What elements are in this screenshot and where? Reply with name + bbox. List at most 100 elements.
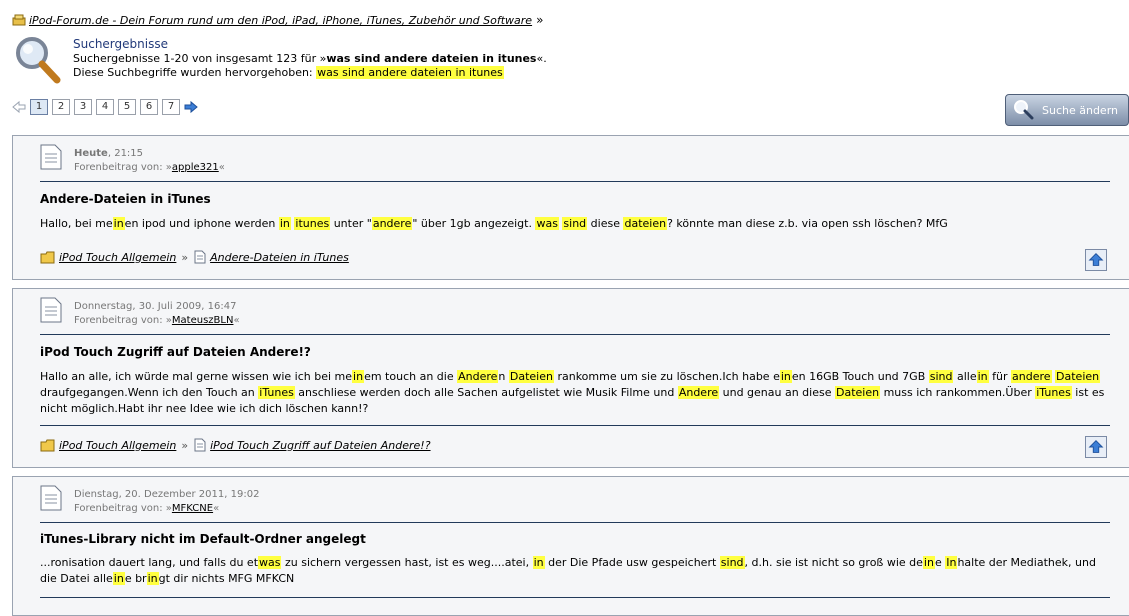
- highlighted-term: sind: [562, 217, 588, 230]
- highlighted-term: in: [922, 556, 935, 569]
- result-title[interactable]: Andere-Dateien in iTunes: [40, 192, 211, 206]
- snippet-text: zu sichern vergessen hast, ist es weg...…: [281, 556, 533, 569]
- highlighted-term: in: [779, 370, 792, 383]
- snippet-text: Hallo, bei me: [40, 217, 113, 230]
- snippet-text: e: [934, 556, 946, 569]
- result-snippet: Hallo, bei meinen ipod und iphone werden…: [40, 216, 1110, 232]
- snippet-text: gt dir nichts MFG MFKCN: [158, 572, 295, 585]
- prev-page-icon[interactable]: [12, 100, 26, 114]
- highlighted-term: in: [112, 572, 125, 585]
- search-result: Heute, 21:15 Forenbeitrag von: »apple321…: [12, 135, 1129, 280]
- page-button[interactable]: 4: [96, 99, 114, 115]
- breadcrumb-separator: »: [536, 13, 544, 27]
- post-meta: Dienstag, 20. Dezember 2011, 19:02 Foren…: [74, 489, 260, 514]
- search-results-header: Suchergebnisse Suchergebnisse 1-20 von i…: [12, 35, 1112, 90]
- highlighted-term: was: [535, 217, 559, 230]
- snippet-text: ...ronisation dauert lang, und falls du …: [40, 556, 259, 569]
- result-title[interactable]: iTunes-Library nicht im Default-Ordner a…: [40, 532, 366, 546]
- divider: [40, 181, 1110, 182]
- highlighted-term: sind: [719, 556, 745, 569]
- snippet-text: em touch an die: [364, 370, 458, 383]
- snippet-text: diese: [587, 217, 624, 230]
- highlighted-term: dateien: [623, 217, 668, 230]
- highlight-info: Diese Suchbegriffe wurden hervorgehoben:…: [73, 66, 504, 79]
- highlighted-term: in: [976, 370, 989, 383]
- snippet-text: Hallo an alle, ich würde mal gerne wisse…: [40, 370, 353, 383]
- post-meta: Donnerstag, 30. Juli 2009, 16:47 Forenbe…: [74, 301, 240, 326]
- snippet-text: der Die Pfade usw gespeichert: [544, 556, 720, 569]
- result-footer: iPod Touch Allgemein » Andere-Dateien in…: [40, 250, 349, 264]
- page-button[interactable]: 2: [52, 99, 70, 115]
- highlighted-term: itunes: [294, 217, 331, 230]
- snippet-text: rankomme um sie zu löschen.Ich habe e: [553, 370, 780, 383]
- highlighted-term: in: [352, 370, 365, 383]
- snippet-text: und genau an diese: [719, 386, 835, 399]
- results-summary: Suchergebnisse 1-20 von insgesamt 123 fü…: [73, 52, 547, 65]
- post-icon: [40, 297, 62, 323]
- page-button[interactable]: 5: [118, 99, 136, 115]
- highlighted-term: in: [112, 217, 125, 230]
- post-date: Donnerstag, 30. Juli 2009, 16:47: [74, 301, 237, 312]
- snippet-text: , d.h. sie ist nicht so groß wie de: [744, 556, 923, 569]
- page-button[interactable]: 1: [30, 99, 48, 115]
- thread-link[interactable]: iPod Touch Zugriff auf Dateien Andere!?: [210, 439, 430, 452]
- author-link[interactable]: MateuszBLN: [172, 315, 234, 326]
- highlighted-term: Dateien: [835, 386, 881, 399]
- magnifier-icon: [16, 37, 61, 84]
- snippet-text: e br: [124, 572, 147, 585]
- snippet-text: draufgegangen.Wenn ich den Touch an: [40, 386, 259, 399]
- snippet-text: unter ": [330, 217, 372, 230]
- highlighted-term: iTunes: [1035, 386, 1072, 399]
- highlighted-term: Dateien: [1055, 370, 1101, 383]
- page-button[interactable]: 7: [162, 99, 180, 115]
- search-term: was sind andere dateien in itunes: [326, 52, 537, 65]
- snippet-text: ? könnte man diese z.b. via open ssh lös…: [667, 217, 948, 230]
- page-title: Suchergebnisse: [73, 37, 168, 51]
- highlighted-term: iTunes: [258, 386, 295, 399]
- post-icon: [40, 485, 62, 511]
- thread-icon: [194, 250, 206, 264]
- snippet-text: alle: [953, 370, 977, 383]
- highlighted-term: sind: [928, 370, 954, 383]
- author-link[interactable]: MFKCNE: [172, 503, 213, 514]
- forum-home-icon: [12, 14, 26, 26]
- result-title[interactable]: iPod Touch Zugriff auf Dateien Andere!?: [40, 345, 311, 359]
- folder-icon: [40, 251, 55, 263]
- highlighted-term: In: [945, 556, 958, 569]
- magnifier-icon: [1014, 100, 1034, 120]
- scroll-top-button[interactable]: [1085, 249, 1107, 271]
- snippet-text: en 16GB Touch und 7GB: [791, 370, 929, 383]
- breadcrumb-forum-link[interactable]: iPod-Forum.de - Dein Forum rund um den i…: [29, 14, 532, 27]
- next-page-icon[interactable]: [184, 100, 198, 114]
- breadcrumb: iPod-Forum.de - Dein Forum rund um den i…: [12, 13, 543, 27]
- divider: [40, 597, 1110, 598]
- thread-link[interactable]: Andere-Dateien in iTunes: [210, 251, 349, 264]
- snippet-text: n: [498, 370, 509, 383]
- snippet-text: anschliese werden doch alle Sachen aufge…: [294, 386, 678, 399]
- scroll-top-button[interactable]: [1085, 436, 1107, 458]
- author-link[interactable]: apple321: [172, 162, 219, 173]
- divider: [40, 334, 1110, 335]
- highlighted-term: andere: [371, 217, 413, 230]
- highlighted-term: in: [532, 556, 545, 569]
- highlighted-terms: was sind andere dateien in itunes: [316, 66, 504, 79]
- post-icon: [40, 144, 62, 170]
- snippet-text: muss ich rankommen.Über: [880, 386, 1036, 399]
- change-search-button[interactable]: Suche ändern: [1005, 94, 1129, 126]
- highlighted-term: Dateien: [508, 370, 554, 383]
- divider: [40, 522, 1110, 523]
- forum-link[interactable]: iPod Touch Allgemein: [59, 439, 176, 452]
- page-button[interactable]: 6: [140, 99, 158, 115]
- forum-link[interactable]: iPod Touch Allgemein: [59, 251, 176, 264]
- post-time: , 21:15: [107, 148, 144, 159]
- post-date: Heute: [74, 148, 108, 159]
- post-meta: Heute, 21:15 Forenbeitrag von: »apple321…: [74, 148, 225, 173]
- change-search-label: Suche ändern: [1042, 103, 1119, 117]
- snippet-text: en ipod und iphone werden: [124, 217, 279, 230]
- pagination: 1234567: [12, 99, 198, 115]
- result-footer: iPod Touch Allgemein » iPod Touch Zugrif…: [40, 438, 431, 452]
- search-result: Donnerstag, 30. Juli 2009, 16:47 Forenbe…: [12, 288, 1129, 468]
- highlighted-term: in: [146, 572, 159, 585]
- page-button[interactable]: 3: [74, 99, 92, 115]
- snippet-text: für: [988, 370, 1012, 383]
